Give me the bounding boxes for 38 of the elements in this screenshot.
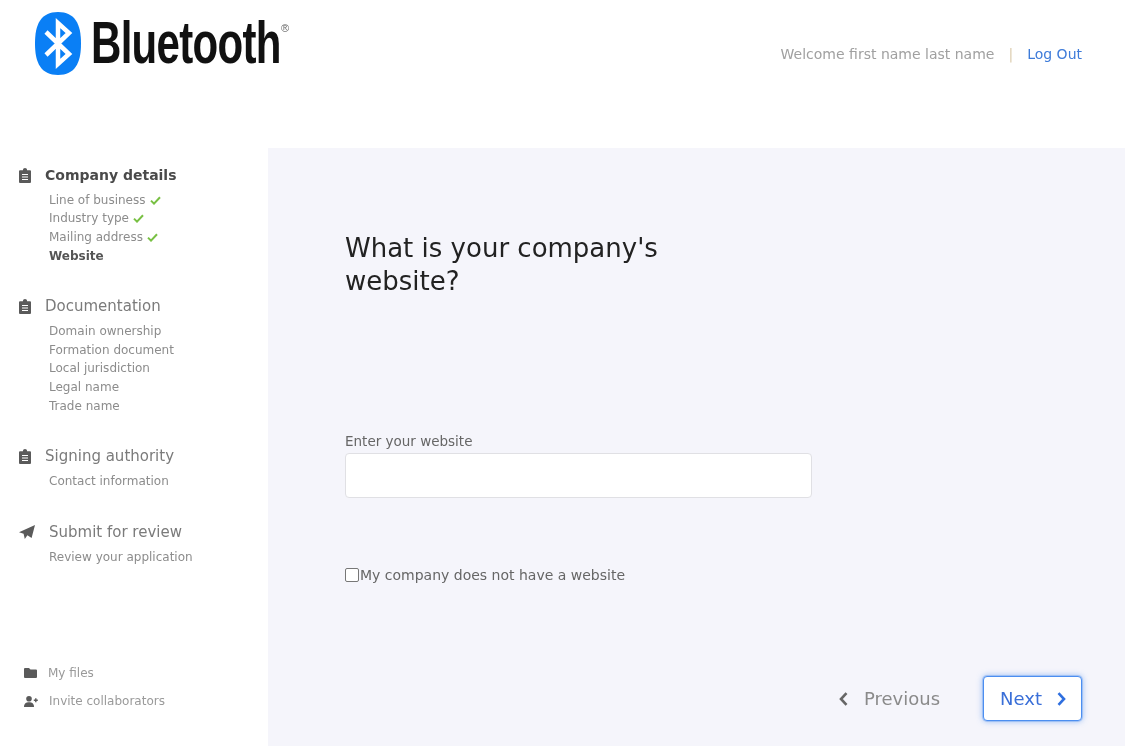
nav-button[interactable]: Previous: [839, 676, 941, 721]
step-link[interactable]: Formation document: [49, 341, 174, 359]
rune-logo-icon: [35, 12, 81, 75]
step-link[interactable]: Industry type: [49, 210, 129, 228]
sidebar-link[interactable]: Invite collaborators: [49, 692, 165, 710]
logo-wordmark: Bluetooth: [91, 13, 281, 73]
checkbox-label: My company does not have a website: [360, 566, 626, 584]
folder-icon: [24, 668, 37, 678]
section-title[interactable]: Company details: [45, 165, 177, 185]
paper-plane-icon: [19, 524, 35, 539]
user-plus-icon: [24, 695, 38, 707]
section-title[interactable]: Submit for review: [49, 521, 182, 542]
logout-link[interactable]: Log Out: [1027, 44, 1082, 64]
nav-button[interactable]: Next: [983, 676, 1082, 721]
separator-text: |: [1008, 45, 1014, 64]
clipboard-icon: [19, 298, 31, 314]
question-heading: What is your company's website?: [345, 232, 659, 298]
step-link[interactable]: Trade name: [49, 397, 120, 415]
step-link[interactable]: Line of business: [49, 191, 146, 209]
section-title[interactable]: Documentation: [45, 296, 161, 317]
step-link[interactable]: Contact information: [49, 473, 169, 491]
registered-mark: ®: [280, 22, 290, 34]
step-link[interactable]: Legal name: [49, 378, 119, 396]
checkbox[interactable]: [345, 568, 359, 582]
welcome-text: Welcome first name last name: [780, 45, 995, 64]
step-link[interactable]: Local jurisdiction: [49, 360, 150, 378]
step-link[interactable]: Website: [49, 247, 104, 265]
sidebar-link[interactable]: My files: [48, 664, 94, 682]
step-link[interactable]: Mailing address: [49, 229, 143, 246]
chevron-left-icon: [839, 691, 848, 706]
section-title[interactable]: Signing authority: [45, 446, 175, 467]
step-link[interactable]: Review your application: [49, 548, 193, 566]
clipboard-icon: [19, 448, 31, 464]
step-link[interactable]: Domain ownership: [49, 323, 162, 341]
clipboard-icon: [19, 167, 31, 183]
chevron-right-icon: [1057, 691, 1066, 706]
field-label: Enter your website: [345, 432, 473, 450]
website-input[interactable]: [345, 453, 812, 498]
